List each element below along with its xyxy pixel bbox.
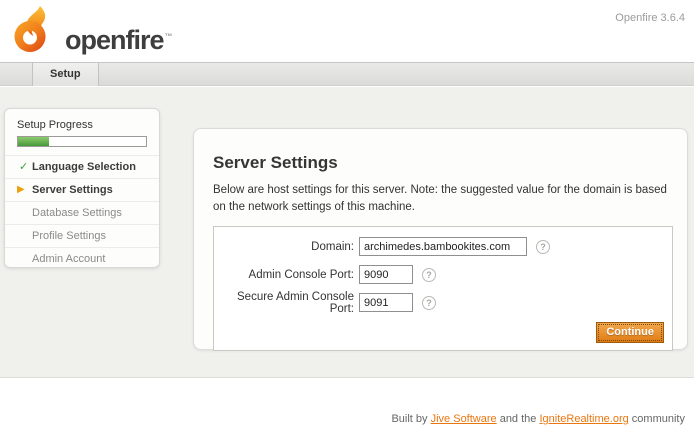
sidebar-item-database-settings: Database Settings bbox=[5, 201, 159, 224]
logo-wordmark: openfire™ bbox=[65, 25, 172, 56]
domain-label: Domain: bbox=[214, 241, 359, 253]
setup-progress-panel: Setup Progress ✓ Language Selection ▶ Se… bbox=[4, 108, 160, 268]
progress-fill bbox=[18, 137, 49, 146]
page-title: Server Settings bbox=[213, 153, 673, 173]
admin-console-port-input[interactable] bbox=[359, 265, 413, 284]
sidebar-item-admin-account: Admin Account bbox=[5, 247, 159, 270]
secure-admin-console-port-input[interactable] bbox=[359, 293, 413, 312]
help-icon[interactable]: ? bbox=[422, 296, 436, 310]
domain-input[interactable] bbox=[359, 237, 527, 256]
admin-console-port-label: Admin Console Port: bbox=[214, 269, 359, 281]
help-icon[interactable]: ? bbox=[536, 240, 550, 254]
footer-text: community bbox=[629, 413, 685, 425]
form-row-admin-console-port: Admin Console Port: ? bbox=[214, 265, 672, 284]
sidebar-item-label: Profile Settings bbox=[32, 230, 106, 242]
server-settings-card: Server Settings Below are host settings … bbox=[193, 128, 688, 350]
sidebar-item-language-selection: ✓ Language Selection bbox=[5, 155, 159, 178]
openfire-flame-logo-icon bbox=[10, 6, 57, 63]
tab-setup[interactable]: Setup bbox=[32, 63, 99, 86]
version-label: Openfire 3.6.4 bbox=[615, 12, 685, 24]
secure-admin-console-port-label: Secure Admin Console Port: bbox=[214, 291, 359, 315]
server-settings-form: Domain: ? Admin Console Port: ? Secure A… bbox=[213, 226, 673, 351]
continue-button[interactable]: Continue bbox=[596, 322, 664, 343]
footer-credit: Built by Jive Software and the IgniteRea… bbox=[391, 413, 685, 425]
help-icon[interactable]: ? bbox=[422, 268, 436, 282]
sidebar-item-label: Admin Account bbox=[32, 253, 105, 265]
checkmark-icon: ✓ bbox=[19, 156, 28, 178]
footer-text: Built by bbox=[391, 413, 430, 425]
footer-text: and the bbox=[497, 413, 540, 425]
sidebar-item-profile-settings: Profile Settings bbox=[5, 224, 159, 247]
sidebar-item-label: Language Selection bbox=[32, 161, 136, 173]
setup-progress-title: Setup Progress bbox=[5, 119, 159, 131]
sidebar-item-label: Database Settings bbox=[32, 207, 122, 219]
current-step-arrow-icon: ▶ bbox=[17, 179, 25, 201]
tab-bar: Setup bbox=[0, 62, 694, 86]
header: openfire™ Openfire 3.6.4 bbox=[0, 0, 694, 62]
form-row-secure-admin-console-port: Secure Admin Console Port: ? bbox=[214, 293, 672, 312]
form-row-domain: Domain: ? bbox=[214, 237, 672, 256]
jive-software-link[interactable]: Jive Software bbox=[431, 413, 497, 425]
sidebar-item-server-settings: ▶ Server Settings bbox=[5, 178, 159, 201]
trademark-symbol: ™ bbox=[165, 32, 172, 41]
page-description: Below are host settings for this server.… bbox=[213, 182, 673, 215]
sidebar-item-label: Server Settings bbox=[32, 184, 113, 196]
setup-steps-list: ✓ Language Selection ▶ Server Settings D… bbox=[5, 155, 159, 270]
logo: openfire™ bbox=[10, 6, 172, 63]
progress-bar bbox=[17, 136, 147, 147]
igniterealtime-link[interactable]: IgniteRealtime.org bbox=[539, 413, 628, 425]
